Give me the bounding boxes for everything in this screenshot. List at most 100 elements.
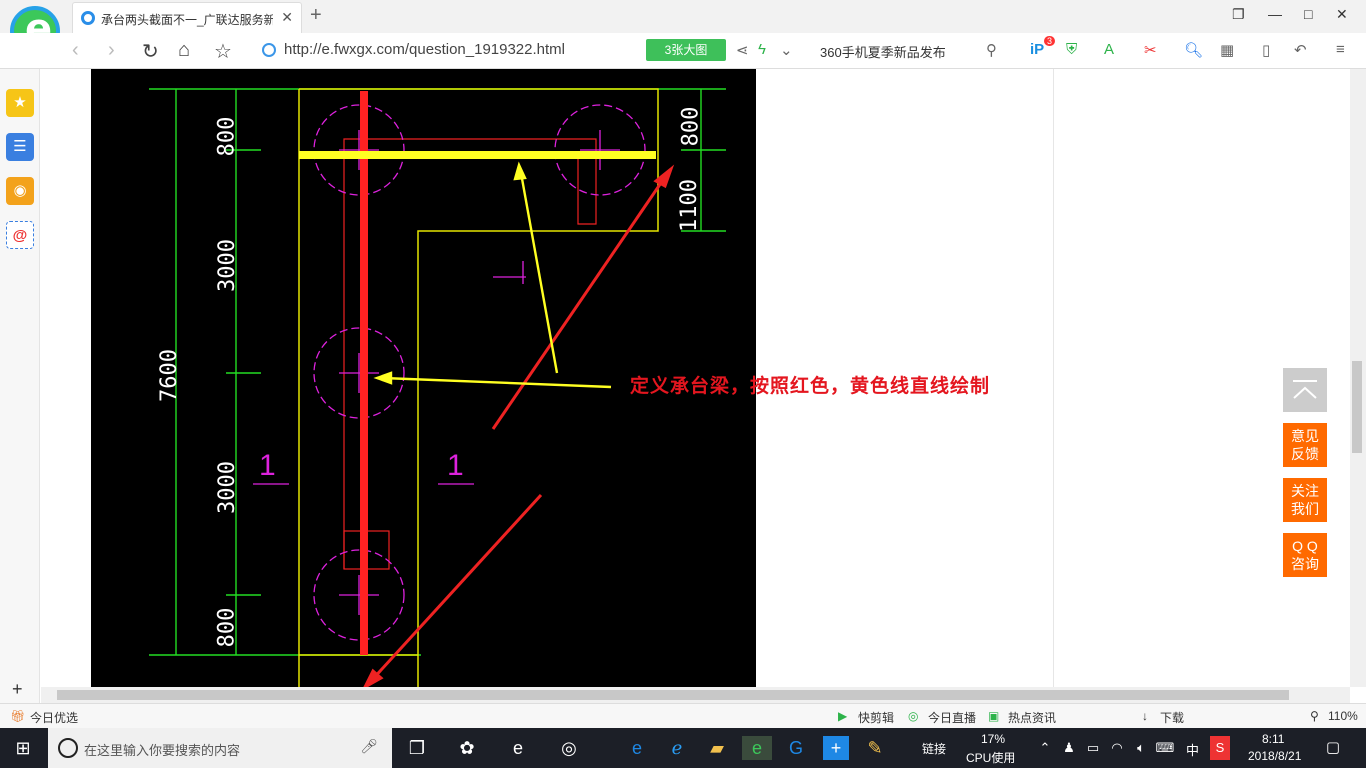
wifi-icon[interactable]: ◠ (1104, 736, 1130, 760)
globe-icon (262, 43, 276, 57)
news-icon: ▣ (988, 709, 1000, 723)
keyboard-icon[interactable]: ⌨ (1152, 736, 1178, 760)
ie-favicon-icon (81, 11, 95, 25)
search-hint[interactable]: 360手机夏季新品发布 (820, 42, 946, 61)
ime-indicator[interactable]: 中 (1186, 740, 1199, 759)
battery-icon[interactable]: ▭ (1080, 736, 1106, 760)
notify-bell-icon[interactable]: ♟ (1056, 736, 1082, 760)
dim-right-2: 1100 (676, 179, 702, 232)
back-icon[interactable]: ‹ (72, 39, 79, 62)
g-app-icon[interactable]: G (783, 736, 809, 760)
minimize-button[interactable]: — (1268, 6, 1282, 22)
maximize-button[interactable]: □ (1304, 6, 1312, 22)
swirl-app-icon[interactable]: ◎ (556, 736, 582, 760)
forward-icon[interactable]: › (108, 39, 115, 62)
taskbar-search-placeholder[interactable]: 在这里输入你要搜索的内容 (84, 740, 240, 759)
restore-icon[interactable]: ❐ (1232, 6, 1245, 23)
cpu-label: CPU使用 (966, 751, 1016, 765)
shield-icon[interactable]: ⛨ (1066, 41, 1077, 58)
today-live-link[interactable]: 今日直播 (928, 709, 976, 726)
add-icon[interactable]: + (12, 679, 23, 700)
zoom-icon: ⚲ (1310, 709, 1319, 723)
toolbar: ‹ › ↻ ⌂ ☆ http://e.fwxgx.com/question_19… (0, 33, 1366, 69)
new-tab-button[interactable]: + (310, 4, 322, 27)
chevron-down-icon[interactable]: ⌄ (780, 41, 793, 59)
taskbar-search[interactable]: 在这里输入你要搜索的内容 🎤︎ (48, 728, 392, 768)
action-center-icon[interactable]: ▢ (1320, 736, 1346, 760)
horizontal-scrollbar[interactable] (41, 687, 1350, 703)
weibo-icon[interactable]: ◉ (6, 177, 34, 205)
vscroll-thumb[interactable] (1352, 361, 1362, 453)
dim-left-1: 800 (214, 116, 240, 157)
tray-chevron-icon[interactable]: ⌃ (1032, 736, 1058, 760)
notes-app-icon[interactable]: ✎ (862, 736, 888, 760)
grid-icon[interactable]: ▦ (1220, 41, 1234, 59)
windows-start-icon[interactable]: ⊞ (10, 736, 36, 760)
close-button[interactable]: ✕ (1336, 6, 1348, 23)
task-view-icon[interactable]: ❐ (404, 736, 430, 760)
list-icon[interactable]: ☰ (6, 133, 34, 161)
folder-icon[interactable]: ▰ (704, 736, 730, 760)
menu-icon[interactable]: ≡ (1336, 41, 1345, 58)
back-to-top-button[interactable] (1283, 368, 1327, 412)
follow-us-button[interactable]: 关注 我们 (1283, 478, 1327, 522)
home-icon[interactable]: ⌂ (178, 39, 190, 62)
refresh-icon[interactable]: ↻ (142, 39, 159, 64)
divider (1053, 69, 1054, 687)
url-text[interactable]: http://e.fwxgx.com/question_1919322.html (284, 41, 565, 58)
tablet-icon[interactable]: ▯ (1262, 41, 1270, 59)
left-sidebar: ★ ☰ ◉ @ + (0, 69, 40, 705)
mic-icon[interactable]: 🎤︎ (360, 738, 378, 755)
plus-app-icon[interactable]: + (823, 736, 849, 760)
mail-icon[interactable]: @ (6, 221, 34, 249)
bigpic-button[interactable]: 3张大图 (646, 39, 726, 61)
annotation-text: 定义承台梁，按照红色，黄色线直线绘制 (630, 375, 991, 397)
today-pick-link[interactable]: 今日优选 (30, 709, 78, 726)
star-icon[interactable]: ☆ (214, 39, 232, 64)
ip-icon[interactable]: iP (1030, 41, 1044, 58)
address-bar[interactable]: http://e.fwxgx.com/question_1919322.html (258, 37, 640, 63)
edge-blue-icon[interactable]: e (624, 736, 650, 760)
clock-time[interactable]: 8:11 (1262, 732, 1284, 746)
tab-title: 承台两头截面不一_广联达服务新 (101, 13, 273, 27)
search-icon[interactable]: ⚲ (986, 41, 997, 59)
section-mark-2: 1 (447, 449, 464, 482)
cpu-percent: 17% (980, 732, 1006, 746)
share-icon[interactable]: ⋖ (736, 41, 749, 59)
sogou-ime-icon[interactable]: S (1210, 736, 1230, 760)
favorites-icon[interactable]: ★ (6, 89, 34, 117)
undo-icon[interactable]: ↶ (1294, 41, 1307, 59)
gift-icon[interactable]: 🎁︎ (10, 709, 25, 723)
app-pinwheel-icon[interactable]: ✿ (454, 736, 480, 760)
clip-icon: ▶ (838, 709, 848, 723)
360-browser-icon[interactable]: e (742, 736, 772, 760)
hot-news-link[interactable]: 热点资讯 (1008, 709, 1056, 726)
title-bar: 承台两头截面不一_广联达服务新 ✕ + ❐ — □ ✕ (0, 0, 1366, 33)
ie-icon[interactable]: ℯ (664, 736, 690, 760)
translate-icon[interactable]: A (1104, 41, 1114, 58)
volume-icon[interactable]: 🔈︎ (1128, 736, 1154, 760)
tab-close-icon[interactable]: ✕ (281, 9, 293, 26)
taskbar: ⊞ 在这里输入你要搜索的内容 🎤︎ ❐ ✿ e ◎ e ℯ ▰ e G + ✎ … (0, 728, 1366, 768)
feedback-button[interactable]: 意见 反馈 (1283, 423, 1327, 467)
dim-left-3: 3000 (214, 461, 240, 514)
scissors-icon[interactable]: ✂ (1144, 41, 1157, 59)
download-link[interactable]: 下载 (1160, 709, 1184, 726)
section-mark-1: 1 (259, 449, 276, 482)
dim-right-1: 800 (678, 106, 704, 147)
browser-tab[interactable]: 承台两头截面不一_广联达服务新 ✕ (72, 2, 302, 33)
magnifier-icon[interactable]: 🔍︎ (1184, 41, 1203, 59)
lightning-icon[interactable]: ϟ (758, 41, 766, 58)
vertical-scrollbar[interactable] (1350, 69, 1366, 687)
live-icon: ◎ (908, 709, 919, 723)
zoom-level[interactable]: 110% (1328, 709, 1358, 723)
link-label[interactable]: 链接 (922, 740, 946, 757)
cortana-icon (58, 738, 78, 758)
qq-consult-button[interactable]: Q Q 咨询 (1283, 533, 1327, 577)
clock-date[interactable]: 2018/8/21 (1248, 749, 1301, 763)
edge-icon[interactable]: e (505, 736, 531, 760)
download-icon: ↓ (1142, 709, 1148, 723)
quick-clip-link[interactable]: 快剪辑 (858, 709, 894, 726)
hscroll-thumb[interactable] (57, 690, 1289, 700)
dim-left-4: 800 (214, 607, 240, 648)
